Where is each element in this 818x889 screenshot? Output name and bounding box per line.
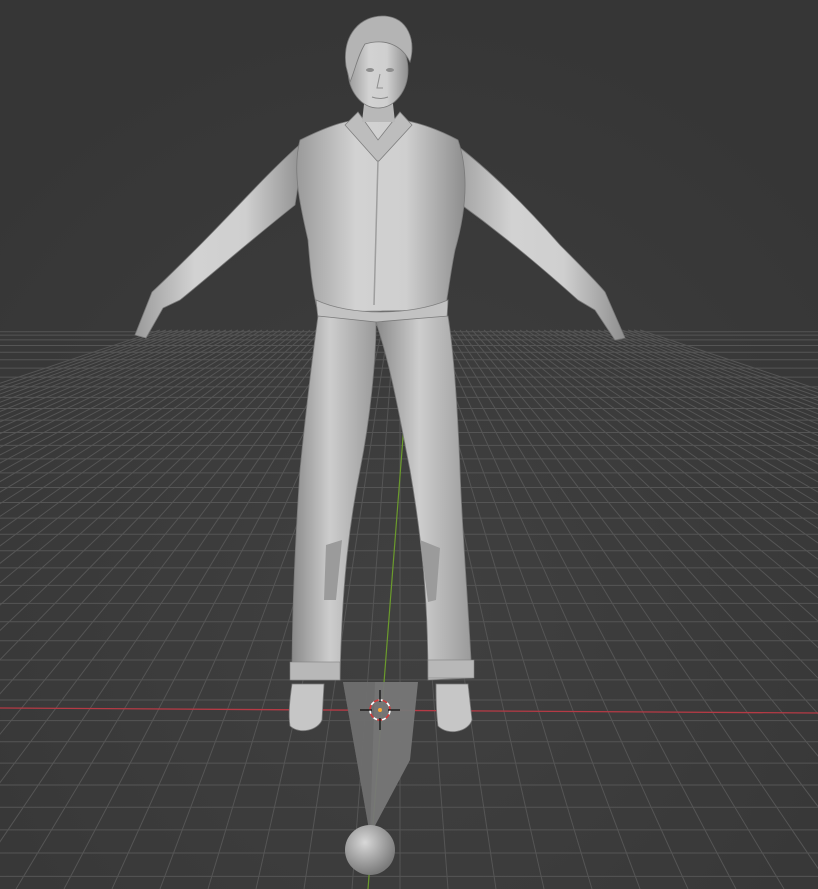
3d-viewport[interactable]	[0, 0, 818, 889]
sphere-object[interactable]	[345, 825, 395, 875]
viewport-canvas[interactable]	[0, 0, 818, 889]
